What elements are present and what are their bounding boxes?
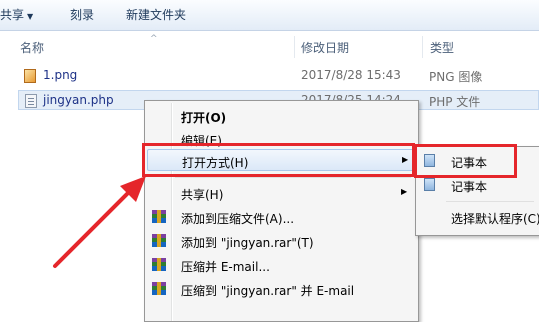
annotation-arrow-icon — [53, 176, 146, 268]
